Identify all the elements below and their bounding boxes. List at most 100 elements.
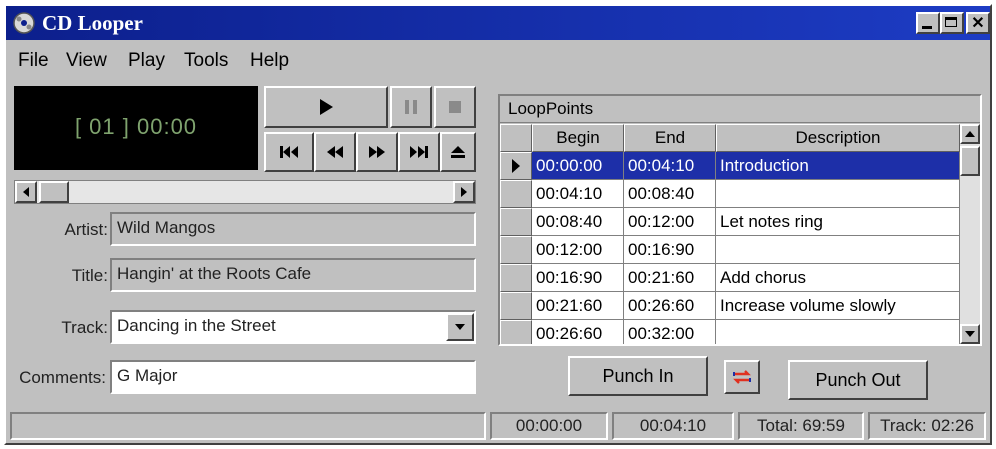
play-button[interactable] [264,86,388,128]
grid-vertical-scrollbar[interactable] [960,124,980,344]
cell-begin[interactable]: 00:26:60 [532,320,624,344]
row-indicator[interactable] [500,152,532,180]
artist-field[interactable]: Wild Mangos [110,212,476,246]
cell-end[interactable]: 00:21:60 [624,264,716,292]
maximize-button[interactable] [940,12,964,34]
cell-begin[interactable]: 00:04:10 [532,180,624,208]
cell-begin[interactable]: 00:21:60 [532,292,624,320]
punch-in-button[interactable]: Punch In [568,356,708,396]
cell-end[interactable]: 00:12:00 [624,208,716,236]
cell-description[interactable]: Introduction [716,152,960,180]
cell-end[interactable]: 00:04:10 [624,152,716,180]
stop-icon [436,88,474,126]
cell-begin[interactable]: 00:08:40 [532,208,624,236]
table-row[interactable]: 00:26:60 00:32:00 [500,320,960,344]
track-label: Track: [61,318,108,337]
menu-file[interactable]: File [18,50,49,72]
rewind-button[interactable] [314,132,356,172]
loop-icon [726,362,758,392]
title-bar[interactable]: CD Looper ✕ [6,6,990,40]
cell-begin[interactable]: 00:16:90 [532,264,624,292]
status-begin-time: 00:00:00 [490,412,608,440]
arrow-right-icon [455,183,473,201]
track-select[interactable]: Dancing in the Street [110,310,476,344]
cell-description[interactable] [716,320,960,344]
play-icon [266,88,386,126]
scroll-up-button[interactable] [960,124,980,144]
column-header-description[interactable]: Description [716,124,960,152]
grid-scroll-thumb[interactable] [960,146,980,176]
table-row[interactable]: 00:04:10 00:08:40 [500,180,960,208]
arrow-up-icon [962,126,978,142]
menu-view[interactable]: View [66,50,107,72]
cell-begin[interactable]: 00:00:00 [532,152,624,180]
cell-end[interactable]: 00:26:60 [624,292,716,320]
table-row[interactable]: 00:08:40 00:12:00 Let notes ring [500,208,960,236]
cell-description[interactable]: Let notes ring [716,208,960,236]
cell-end[interactable]: 00:16:90 [624,236,716,264]
column-header-begin[interactable]: Begin [532,124,624,152]
punch-in-label: Punch In [602,365,674,386]
cell-description[interactable] [716,180,960,208]
table-row[interactable]: 00:16:90 00:21:60 Add chorus [500,264,960,292]
status-total-time: Total: 69:59 [738,412,864,440]
comments-input[interactable]: G Major [110,360,476,394]
cell-end[interactable]: 00:08:40 [624,180,716,208]
position-scrollbar[interactable] [14,180,476,204]
loop-toggle-button[interactable] [724,360,760,394]
loop-points-grid: LoopPoints Begin End Description 00:00:0… [498,94,982,346]
table-row[interactable]: 00:00:00 00:04:10 Introduction [500,152,960,180]
cell-description[interactable]: Increase volume slowly [716,292,960,320]
table-row[interactable]: 00:12:00 00:16:90 [500,236,960,264]
menu-help[interactable]: Help [250,50,289,72]
loop-points-caption: LoopPoints [508,99,594,118]
column-header-end[interactable]: End [624,124,716,152]
skip-forward-icon [400,134,438,170]
minimize-button[interactable] [916,12,940,34]
cd-app-icon [12,11,36,35]
row-indicator[interactable] [500,236,532,264]
pause-icon [392,88,430,126]
eject-icon [442,134,474,170]
current-row-icon [512,159,520,173]
row-indicator[interactable] [500,208,532,236]
menu-bar: File View Play Tools Help [6,44,990,76]
close-icon: ✕ [971,15,985,32]
track-dropdown-button[interactable] [446,313,474,341]
eject-button[interactable] [440,132,476,172]
cell-description[interactable]: Add chorus [716,264,960,292]
first-track-button[interactable] [264,132,314,172]
title-field[interactable]: Hangin' at the Roots Cafe [110,258,476,292]
row-indicator[interactable] [500,180,532,208]
row-indicator[interactable] [500,264,532,292]
fast-forward-button[interactable] [356,132,398,172]
row-indicator[interactable] [500,320,532,344]
menu-tools[interactable]: Tools [184,50,228,72]
cell-begin[interactable]: 00:12:00 [532,236,624,264]
artist-label: Artist: [64,220,108,239]
track-time-readout: [ 01 ] 00:00 [74,114,198,139]
table-row[interactable]: 00:21:60 00:26:60 Increase volume slowly [500,292,960,320]
loop-points-caption-bar: LoopPoints [500,96,980,123]
main-window: CD Looper ✕ File View Play Tools Help [ … [4,4,992,445]
track-value: Dancing in the Street [117,316,276,335]
row-indicator[interactable] [500,292,532,320]
scroll-left-button[interactable] [15,181,37,203]
artist-value: Wild Mangos [117,218,216,237]
scroll-down-button[interactable] [960,324,980,344]
stop-button[interactable] [434,86,476,128]
punch-out-button[interactable]: Punch Out [788,360,928,400]
comments-label: Comments: [19,368,106,387]
scroll-right-button[interactable] [453,181,475,203]
menu-play[interactable]: Play [128,50,165,72]
cell-end[interactable]: 00:32:00 [624,320,716,344]
pause-button[interactable] [390,86,432,128]
cell-description[interactable] [716,236,960,264]
skip-back-icon [266,134,312,170]
position-thumb[interactable] [39,181,69,203]
track-time-display: [ 01 ] 00:00 [14,86,258,170]
arrow-down-icon [962,326,978,342]
title-label: Title: [71,266,108,285]
last-track-button[interactable] [398,132,440,172]
close-button[interactable]: ✕ [966,12,990,34]
